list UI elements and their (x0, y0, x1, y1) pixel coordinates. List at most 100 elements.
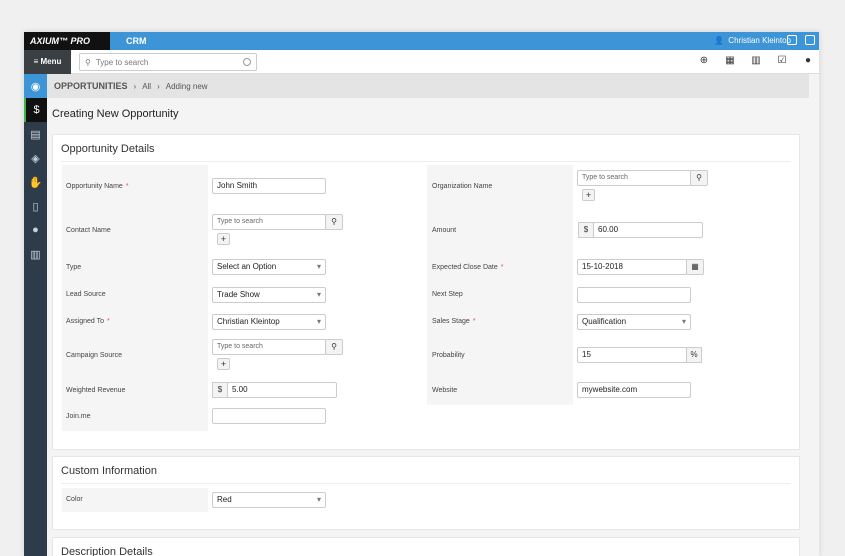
divider (61, 161, 791, 162)
clear-search-icon[interactable] (243, 58, 251, 66)
toolbar-icons: ⊕ ▦ ▥ ☑ ● (699, 56, 813, 66)
custom-information-panel: Custom Information Color Red (52, 456, 800, 530)
campaign-search-input[interactable]: Type to search (212, 339, 326, 355)
bar-chart-icon[interactable]: ▥ (751, 56, 761, 66)
user-name: Christian Kleintop (728, 36, 791, 45)
expected-close-label: Expected Close Date * (432, 264, 504, 271)
sidebar-item-contacts[interactable]: ▤ (24, 122, 47, 146)
menu-button[interactable]: ≡ Menu (24, 50, 71, 74)
section-title: Description Details (61, 546, 153, 556)
window-controls (787, 35, 815, 45)
sidebar: ◉ $ ▤ ◈ ✋ ▯ ● ▥ (24, 74, 47, 556)
dashboard-icon: ◉ (30, 80, 41, 93)
handshake-icon: ✋ (28, 176, 43, 189)
search-icon: ⚲ (85, 57, 91, 67)
search-icon: ⚲ (331, 217, 337, 226)
assigned-to-select[interactable]: Christian Kleintop (212, 314, 326, 330)
color-select[interactable]: Red (212, 492, 326, 508)
chevron-right-icon: › (157, 81, 160, 91)
next-step-field[interactable] (577, 287, 691, 303)
campaign-source-label: Campaign Source (66, 352, 123, 359)
weighted-revenue-field[interactable]: 5.00 (227, 382, 337, 398)
page-title: Creating New Opportunity (52, 108, 179, 120)
logout-icon[interactable] (787, 35, 797, 45)
add-circle-icon[interactable]: ⊕ (699, 56, 709, 66)
type-select[interactable]: Select an Option (212, 259, 326, 275)
search-icon: ⚲ (331, 342, 337, 351)
probability-field[interactable]: 15 (577, 347, 687, 363)
divider (61, 483, 791, 484)
user-menu[interactable]: 👤 Christian Kleintop (714, 32, 791, 50)
module-name[interactable]: CRM (126, 32, 147, 50)
sidebar-item-devices[interactable]: ▯ (24, 194, 47, 218)
contact-name-label: Contact Name (66, 227, 111, 234)
global-search[interactable]: ⚲ Type to search (79, 53, 257, 71)
assigned-to-label: Assigned To * (66, 318, 110, 325)
search-input[interactable]: Type to search (96, 58, 148, 67)
sidebar-item-deals[interactable]: ✋ (24, 170, 47, 194)
contact-search-button[interactable]: ⚲ (325, 214, 343, 230)
add-organization-button[interactable]: + (582, 189, 595, 201)
box-icon: ◈ (31, 152, 40, 165)
checkbox-icon[interactable]: ☑ (777, 56, 787, 66)
add-contact-button[interactable]: + (217, 233, 230, 245)
color-label: Color (66, 496, 83, 503)
top-bar: AXIUM™ PRO CRM 👤 Christian Kleintop (24, 32, 819, 50)
brand-logo: AXIUM™ PRO (24, 32, 110, 50)
label-column-right (427, 165, 573, 405)
website-label: Website (432, 387, 458, 394)
sidebar-item-dashboard[interactable]: ◉ (24, 74, 47, 98)
contact-search-input[interactable]: Type to search (212, 214, 326, 230)
calendar-icon: ▦ (691, 262, 699, 271)
expected-close-field[interactable]: 15-10-2018 (577, 259, 687, 275)
description-details-panel: Description Details (52, 537, 800, 556)
campaign-search-button[interactable]: ⚲ (325, 339, 343, 355)
opportunity-name-field[interactable]: John Smith (212, 178, 326, 194)
expand-icon[interactable] (805, 35, 815, 45)
probability-label: Probability (432, 352, 465, 359)
calendar-icon[interactable]: ▦ (725, 56, 735, 66)
probability-unit: % (686, 347, 702, 363)
section-title: Opportunity Details (61, 143, 155, 155)
building-icon: ▥ (30, 248, 41, 261)
next-step-label: Next Step (432, 291, 463, 298)
lead-source-select[interactable]: Trade Show (212, 287, 326, 303)
sidebar-item-users[interactable]: ● (24, 218, 47, 242)
sidebar-item-products[interactable]: ◈ (24, 146, 47, 170)
breadcrumb-current: Adding new (165, 81, 208, 91)
website-field[interactable]: mywebsite.com (577, 382, 691, 398)
address-book-icon: ▤ (30, 128, 41, 141)
opportunity-details-panel: Opportunity Details Opportunity Name * Jo… (52, 134, 800, 450)
sales-stage-select[interactable]: Qualification (577, 314, 691, 330)
weighted-revenue-currency: $ (212, 382, 228, 398)
lead-source-label: Lead Source (66, 291, 106, 298)
user-icon[interactable]: ● (803, 56, 813, 66)
breadcrumb-section[interactable]: OPPORTUNITIES (54, 81, 128, 91)
joinme-label: Join.me (66, 413, 91, 420)
amount-currency: $ (578, 222, 594, 238)
label-column-left (62, 488, 208, 512)
opportunity-name-label: Opportunity Name * (66, 183, 129, 190)
user-icon: 👤 (714, 36, 725, 45)
amount-label: Amount (432, 227, 457, 234)
breadcrumb: OPPORTUNITIES › All › Adding new (47, 74, 809, 98)
section-title: Custom Information (61, 465, 157, 477)
amount-field[interactable]: 60.00 (593, 222, 703, 238)
sales-stage-label: Sales Stage * (432, 318, 476, 325)
devices-icon: ▯ (32, 200, 39, 213)
toolbar: ≡ Menu ⚲ Type to search ⊕ ▦ ▥ ☑ ● (24, 50, 819, 74)
breadcrumb-all[interactable]: All (142, 82, 151, 91)
organization-search-button[interactable]: ⚲ (690, 170, 708, 186)
add-campaign-button[interactable]: + (217, 358, 230, 370)
sidebar-item-opportunities[interactable]: $ (24, 98, 47, 122)
chevron-right-icon: › (133, 81, 137, 91)
organization-search-input[interactable]: Type to search (577, 170, 691, 186)
search-icon: ⚲ (696, 173, 702, 182)
money-bag-icon: $ (33, 104, 40, 116)
joinme-field[interactable] (212, 408, 326, 424)
type-label: Type (66, 264, 82, 271)
person-icon: ● (32, 224, 39, 236)
sidebar-item-organizations[interactable]: ▥ (24, 242, 47, 266)
date-picker-button[interactable]: ▦ (686, 259, 704, 275)
app-window: AXIUM™ PRO CRM 👤 Christian Kleintop ≡ Me… (24, 32, 819, 556)
